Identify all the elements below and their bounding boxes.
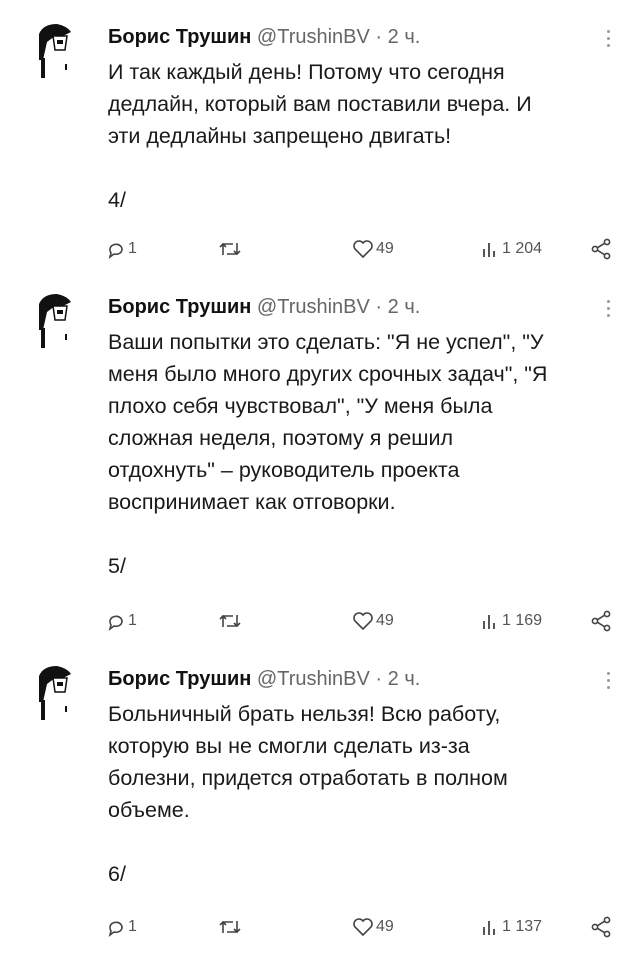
avatar[interactable] xyxy=(33,20,77,78)
tweet-text: Ваши попытки это сделать: "Я не успел", … xyxy=(108,326,608,582)
tweet[interactable]: Борис Трушин @TrushinBV · 2 ч. И так каж… xyxy=(0,20,640,282)
retweet-icon xyxy=(219,614,241,628)
like-count: 49 xyxy=(376,918,394,935)
retweet-button[interactable] xyxy=(218,606,242,636)
action-bar: 1 49 1 169 xyxy=(0,606,640,636)
reply-count: 1 xyxy=(128,612,137,629)
reply-count: 1 xyxy=(128,918,137,935)
reply-icon xyxy=(108,243,123,259)
more-options-icon[interactable] xyxy=(601,30,615,52)
reply-count: 1 xyxy=(128,240,137,257)
reply-button[interactable]: 1 xyxy=(106,234,137,264)
tweet-text-line: сложная неделя, поэтому я решил xyxy=(108,426,454,450)
like-button[interactable]: 49 xyxy=(352,234,394,264)
like-button[interactable]: 49 xyxy=(352,606,394,636)
author-handle[interactable]: @TrushinBV xyxy=(257,26,370,48)
views-button[interactable]: 1 137 xyxy=(480,912,542,942)
thread-number: 6/ xyxy=(108,862,126,886)
author-handle[interactable]: @TrushinBV xyxy=(257,296,370,318)
retweet-icon xyxy=(219,920,241,934)
tweet-text-line: дедлайн, который вам поставили вчера. И xyxy=(108,92,532,116)
more-options-icon[interactable] xyxy=(601,672,615,694)
tweet-text-line: Больничный брать нельзя! Всю работу, xyxy=(108,702,501,726)
thread-number: 5/ xyxy=(108,554,126,578)
like-count: 49 xyxy=(376,612,394,629)
share-button[interactable] xyxy=(590,234,612,264)
views-button[interactable]: 1 204 xyxy=(480,234,542,264)
tweet[interactable]: Борис Трушин @TrushinBV · 2 ч. Ваши попы… xyxy=(0,290,640,648)
author-name[interactable]: Борис Трушин xyxy=(108,296,251,318)
timestamp[interactable]: · 2 ч. xyxy=(375,296,420,318)
tweet-text: И так каждый день! Потому что сегодня де… xyxy=(108,56,608,216)
tweet-text-line: Ваши попытки это сделать: "Я не успел", … xyxy=(108,330,544,354)
tweet-header: Борис Трушин @TrushinBV · 2 ч. xyxy=(108,662,420,696)
share-button[interactable] xyxy=(590,606,612,636)
tweet-text-line: болезни, придется отработать в полном xyxy=(108,766,508,790)
retweet-button[interactable] xyxy=(218,234,242,264)
author-name[interactable]: Борис Трушин xyxy=(108,26,251,48)
author-handle[interactable]: @TrushinBV xyxy=(257,668,370,690)
views-count: 1 137 xyxy=(502,918,543,935)
reply-button[interactable]: 1 xyxy=(106,606,137,636)
views-count: 1 169 xyxy=(502,612,543,629)
avatar[interactable] xyxy=(33,290,77,348)
reply-icon xyxy=(108,615,123,631)
like-count: 49 xyxy=(376,240,394,257)
tweet-text-line: воспринимает как отговорки. xyxy=(108,490,396,514)
like-icon xyxy=(353,918,373,937)
tweet-text-line: эти дедлайны запрещено двигать! xyxy=(108,124,452,148)
views-icon xyxy=(483,615,495,629)
retweet-button[interactable] xyxy=(218,912,242,942)
like-button[interactable]: 49 xyxy=(352,912,394,942)
views-button[interactable]: 1 169 xyxy=(480,606,542,636)
views-icon xyxy=(483,243,495,257)
timestamp[interactable]: · 2 ч. xyxy=(375,668,420,690)
reply-icon xyxy=(108,921,123,937)
more-options-icon[interactable] xyxy=(601,300,615,322)
share-button[interactable] xyxy=(590,912,612,942)
tweet-text-line: И так каждый день! Потому что сегодня xyxy=(108,60,505,84)
retweet-icon xyxy=(219,242,241,256)
share-icon xyxy=(591,610,611,632)
timestamp[interactable]: · 2 ч. xyxy=(375,26,420,48)
like-icon xyxy=(353,240,373,259)
tweet-text-line: которую вы не смогли сделать из-за xyxy=(108,734,470,758)
action-bar: 1 49 1 137 xyxy=(0,912,640,942)
share-icon xyxy=(591,238,611,260)
action-bar: 1 49 1 204 xyxy=(0,234,640,264)
tweet-text-line: плохо себя чувствовал", "У меня была xyxy=(108,394,493,418)
views-icon xyxy=(483,921,495,935)
avatar[interactable] xyxy=(33,662,77,720)
views-count: 1 204 xyxy=(502,240,543,257)
tweet-text-line: объеме. xyxy=(108,798,190,822)
tweet-text-line: отдохнуть" – руководитель проекта xyxy=(108,458,460,482)
tweet-header: Борис Трушин @TrushinBV · 2 ч. xyxy=(108,20,420,54)
thread-number: 4/ xyxy=(108,188,126,212)
tweet[interactable]: Борис Трушин @TrushinBV · 2 ч. Больничны… xyxy=(0,662,640,952)
share-icon xyxy=(591,916,611,938)
tweet-header: Борис Трушин @TrushinBV · 2 ч. xyxy=(108,290,420,324)
tweet-text-line: меня было много других срочных задач", "… xyxy=(108,362,548,386)
reply-button[interactable]: 1 xyxy=(106,912,137,942)
author-name[interactable]: Борис Трушин xyxy=(108,668,251,690)
like-icon xyxy=(353,612,373,631)
tweet-text: Больничный брать нельзя! Всю работу, кот… xyxy=(108,698,608,890)
